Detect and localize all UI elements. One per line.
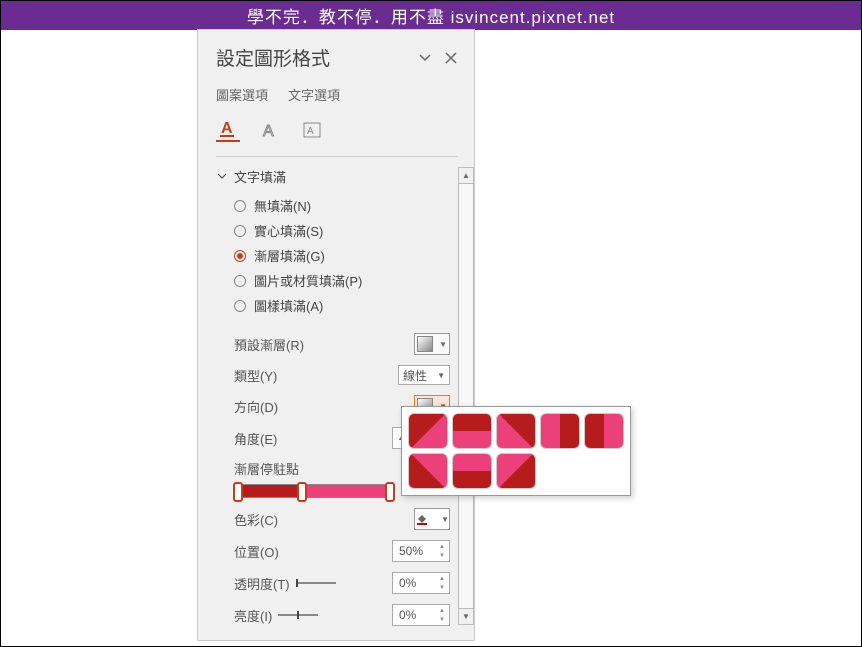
transparency-slider[interactable]: [296, 577, 336, 589]
paint-bucket-icon: [415, 512, 429, 526]
svg-text:A: A: [221, 120, 233, 137]
transparency-input[interactable]: 0%▲▼: [392, 572, 450, 594]
textbox-icon[interactable]: A: [300, 118, 324, 142]
radio-pattern-fill[interactable]: 圖樣填滿(A): [234, 296, 454, 315]
direction-option[interactable]: [584, 413, 624, 449]
direction-option[interactable]: [496, 413, 536, 449]
label-transparency: 透明度(T): [234, 574, 392, 593]
position-input[interactable]: 50%▲▼: [392, 540, 450, 562]
type-dropdown[interactable]: 線性▼: [398, 365, 450, 385]
label-direction: 方向(D): [234, 397, 414, 416]
direction-popup: [401, 406, 631, 496]
brightness-input[interactable]: 0%▲▼: [392, 604, 450, 626]
label-type: 類型(Y): [234, 366, 398, 385]
direction-option[interactable]: [452, 453, 492, 489]
section-text-fill[interactable]: 文字填滿: [216, 167, 454, 186]
gradient-stop[interactable]: [385, 482, 395, 502]
direction-option[interactable]: [540, 413, 580, 449]
gradient-stop[interactable]: [233, 482, 243, 502]
scroll-up-icon[interactable]: ▲: [459, 168, 473, 184]
text-fill-outline-icon[interactable]: A: [216, 118, 240, 142]
close-icon[interactable]: [444, 51, 458, 65]
radio-no-fill[interactable]: 無填滿(N): [234, 196, 454, 215]
label-position: 位置(O): [234, 542, 392, 561]
label-brightness: 亮度(I): [234, 606, 392, 625]
color-dropdown[interactable]: ▼: [414, 508, 450, 530]
direction-option[interactable]: [452, 413, 492, 449]
svg-text:A: A: [307, 126, 314, 137]
chevron-down-icon[interactable]: [418, 51, 432, 65]
label-preset: 預設漸層(R): [234, 335, 414, 354]
radio-solid-fill[interactable]: 實心填滿(S): [234, 221, 454, 240]
watermark-banner: 學不完．教不停．用不盡 isvincent.pixnet.net: [1, 1, 861, 30]
text-effects-icon[interactable]: A: [258, 118, 282, 142]
tab-text-options[interactable]: 文字選項: [288, 85, 340, 104]
chevron-down-icon: [216, 171, 228, 183]
direction-option[interactable]: [496, 453, 536, 489]
svg-text:A: A: [263, 123, 274, 140]
gradient-stop[interactable]: [297, 482, 307, 502]
format-shape-panel: 設定圖形格式 圖案選項 文字選項 A A A ▲ ▼ 文字填滿 無填滿(N: [197, 29, 475, 641]
radio-gradient-fill[interactable]: 漸層填滿(G): [234, 246, 454, 265]
tab-shape-options[interactable]: 圖案選項: [216, 85, 268, 104]
label-angle: 角度(E): [234, 429, 392, 448]
direction-option[interactable]: [408, 413, 448, 449]
panel-title: 設定圖形格式: [216, 44, 330, 71]
direction-option[interactable]: [408, 453, 448, 489]
preset-gradient-dropdown[interactable]: ▼: [414, 333, 450, 355]
radio-picture-fill[interactable]: 圖片或材質填滿(P): [234, 271, 454, 290]
scroll-down-icon[interactable]: ▼: [459, 608, 473, 624]
gradient-stops-slider[interactable]: [234, 484, 394, 498]
brightness-slider[interactable]: [278, 609, 318, 621]
scrollbar[interactable]: ▲ ▼: [458, 167, 474, 625]
label-color: 色彩(C): [234, 510, 414, 529]
